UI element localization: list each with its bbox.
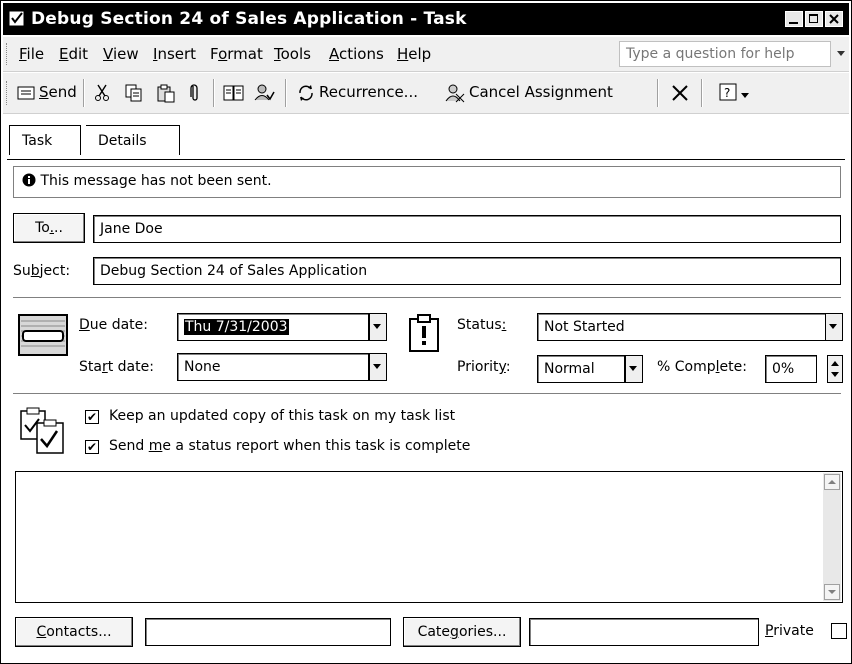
categories-button[interactable]: Categories...	[403, 617, 521, 647]
info-message: This message has not been sent.	[40, 173, 272, 189]
categories-field[interactable]	[529, 618, 759, 646]
spin-up-icon[interactable]	[828, 357, 842, 369]
help-search-input[interactable]: Type a question for help	[619, 41, 831, 67]
toolbar-separator	[657, 79, 659, 107]
toolbar-separator	[285, 79, 287, 107]
cancel-assignment-icon	[445, 84, 465, 103]
minimize-button[interactable]	[785, 11, 803, 27]
menu-format[interactable]: Format	[210, 45, 263, 63]
scroll-down-button[interactable]	[824, 584, 840, 600]
toolbar-options-icon[interactable]	[741, 93, 749, 99]
menu-grip[interactable]	[6, 43, 10, 65]
task-window: Debug Section 24 of Sales Application - …	[0, 0, 852, 664]
window-title: Debug Section 24 of Sales Application - …	[31, 9, 467, 29]
start-date-label: Start date:	[79, 359, 154, 375]
help-icon[interactable]: ?	[719, 83, 739, 103]
attach-icon[interactable]	[189, 83, 201, 103]
keep-copy-checkbox[interactable]: ✔	[85, 410, 99, 424]
start-date-field[interactable]: None	[177, 353, 369, 381]
status-report-label: Send me a status report when this task i…	[109, 438, 471, 454]
to-field[interactable]: Jane Doe	[93, 215, 841, 243]
tab-details[interactable]: Details	[86, 125, 180, 155]
contacts-field[interactable]	[145, 618, 391, 646]
status-icon	[409, 314, 439, 352]
priority-dropdown[interactable]	[625, 355, 643, 383]
chevron-down-icon	[370, 354, 386, 380]
menu-insert[interactable]: Insert	[153, 45, 196, 63]
info-icon	[22, 173, 36, 187]
percent-complete-spinner[interactable]	[827, 355, 843, 383]
toolbar-separator	[213, 79, 215, 107]
menu-view[interactable]: View	[103, 45, 139, 63]
close-button[interactable]	[825, 11, 843, 27]
percent-complete-field[interactable]: 0%	[765, 355, 817, 383]
address-book-icon[interactable]	[223, 84, 245, 102]
scroll-down-icon	[828, 590, 836, 594]
due-date-field[interactable]: Thu 7/31/2003	[177, 313, 369, 341]
menu-help[interactable]: Help	[397, 45, 431, 63]
check-names-icon[interactable]	[253, 83, 275, 103]
priority-label: Priority:	[457, 359, 511, 375]
divider	[13, 393, 841, 395]
calendar-icon	[18, 314, 68, 356]
tab-task[interactable]: Task	[9, 125, 81, 155]
menu-tools[interactable]: Tools	[274, 45, 311, 63]
due-date-value: Thu 7/31/2003	[184, 319, 289, 335]
status-label: Status:	[457, 317, 507, 333]
paste-icon[interactable]	[156, 83, 176, 103]
svg-text:?: ?	[724, 86, 730, 100]
status-dropdown[interactable]	[825, 313, 843, 341]
close-icon	[829, 14, 839, 24]
priority-select[interactable]: Normal	[537, 355, 625, 383]
due-date-label: Due date:	[79, 317, 149, 333]
send-button[interactable]: Send	[39, 83, 77, 101]
private-label: Private	[765, 623, 814, 639]
private-checkbox[interactable]	[831, 623, 847, 639]
status-select[interactable]: Not Started	[537, 313, 827, 341]
divider	[13, 297, 841, 299]
tab-strip: Task Details	[3, 119, 849, 159]
to-button[interactable]: To...	[13, 213, 85, 243]
scroll-up-button[interactable]	[824, 474, 840, 490]
toolbar-grip[interactable]	[6, 81, 10, 105]
task-icon	[9, 11, 24, 26]
chevron-down-icon	[826, 314, 842, 340]
menu-edit[interactable]: Edit	[59, 45, 88, 63]
assigned-task-icon	[20, 407, 64, 454]
notes-textarea[interactable]	[15, 471, 843, 603]
recurrence-icon	[299, 85, 313, 101]
chevron-down-icon[interactable]	[837, 51, 845, 56]
menu-actions[interactable]: Actions	[329, 45, 384, 63]
menu-file[interactable]: File	[19, 45, 44, 63]
cancel-assignment-button[interactable]: Cancel Assignment	[469, 83, 613, 101]
toolbar-separator	[701, 79, 703, 107]
keep-copy-label: Keep an updated copy of this task on my …	[109, 408, 456, 424]
contacts-button[interactable]: Contacts...	[15, 617, 133, 647]
status-report-checkbox[interactable]: ✔	[85, 440, 99, 454]
percent-complete-label: % Complete:	[657, 359, 747, 375]
scroll-up-icon	[828, 480, 836, 484]
chevron-down-icon	[626, 356, 642, 382]
send-icon	[17, 86, 35, 100]
notes-scrollbar[interactable]	[823, 473, 841, 601]
spin-down-icon[interactable]	[828, 369, 842, 381]
subject-label: Subject:	[13, 263, 71, 279]
due-date-dropdown[interactable]	[369, 313, 387, 341]
start-date-dropdown[interactable]	[369, 353, 387, 381]
copy-icon[interactable]	[125, 84, 143, 102]
info-bar: This message has not been sent.	[13, 166, 841, 198]
chevron-down-icon	[370, 314, 386, 340]
toolbar: Send Recurrence... Cancel Assignment ?	[3, 73, 849, 114]
maximize-button[interactable]	[805, 11, 823, 27]
title-bar: Debug Section 24 of Sales Application - …	[3, 3, 849, 35]
menu-bar: File Edit View Insert Format Tools Actio…	[3, 37, 849, 72]
delete-icon[interactable]	[671, 84, 689, 102]
subject-field[interactable]: Debug Section 24 of Sales Application	[93, 257, 841, 285]
toolbar-separator	[83, 79, 85, 107]
recurrence-button[interactable]: Recurrence...	[319, 83, 418, 101]
cut-icon[interactable]	[94, 84, 110, 102]
